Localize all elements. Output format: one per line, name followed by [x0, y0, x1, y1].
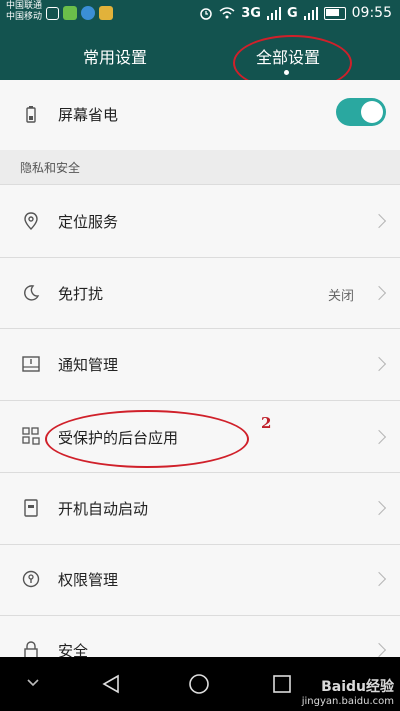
moon-icon: [24, 285, 40, 301]
section-title: 隐私和安全: [20, 161, 81, 175]
screen-power-saving-toggle[interactable]: [336, 98, 386, 126]
location-icon: [24, 212, 38, 230]
row-permission-management[interactable]: 权限管理: [0, 545, 400, 616]
network-2-label: G: [286, 5, 298, 21]
row-screen-power-saving[interactable]: 屏幕省电: [0, 80, 400, 151]
chevron-right-icon: [371, 642, 387, 658]
tab-common-settings[interactable]: 常用设置: [83, 44, 147, 68]
phone-power-icon: [24, 499, 38, 517]
hide-nav-icon[interactable]: [26, 678, 40, 688]
carrier-2-label: 中国移动: [6, 12, 43, 22]
home-button-icon[interactable]: [188, 673, 210, 695]
watermark: Baidu经验 jingyan.baidu.com: [302, 676, 394, 707]
carrier-1-label: 中国联通: [6, 1, 43, 11]
section-privacy-security: 隐私和安全: [0, 150, 400, 185]
chevron-right-icon: [371, 213, 387, 229]
row-label: 通知管理: [58, 356, 119, 374]
row-label: 受保护的后台应用: [58, 429, 179, 447]
key-lock-icon: [22, 570, 40, 588]
row-label: 免打扰: [58, 285, 104, 303]
row-label: 定位服务: [58, 213, 119, 231]
toggle-knob: [361, 101, 383, 123]
notification-icons: [46, 6, 113, 20]
status-right: 3G G 09:55: [199, 5, 392, 21]
row-label: 权限管理: [58, 571, 119, 589]
status-bar: 中国联通 中国移动 3G G 09:55: [0, 0, 400, 30]
chevron-right-icon: [371, 285, 387, 301]
watermark-brand: Baidu经验: [321, 679, 394, 695]
alarm-icon: [200, 8, 212, 20]
chevron-right-icon: [371, 500, 387, 516]
apps-grid-icon: [22, 427, 40, 445]
network-1-label: 3G: [241, 5, 261, 21]
battery-icon: [323, 6, 346, 20]
recent-apps-icon[interactable]: [272, 674, 292, 694]
signal-1-icon: [266, 6, 281, 20]
row-protected-background-apps[interactable]: 受保护的后台应用: [0, 401, 400, 473]
do-not-disturb-value: 关闭: [327, 289, 354, 304]
shield-notification-icon: [99, 6, 113, 20]
notification-icon: [22, 356, 40, 372]
chevron-right-icon: [371, 571, 387, 587]
navigation-bar: Baidu经验 jingyan.baidu.com: [0, 657, 400, 711]
chevron-right-icon: [371, 356, 387, 372]
active-tab-indicator: [284, 70, 289, 75]
back-button-icon[interactable]: [100, 673, 122, 695]
row-label: 屏幕省电: [58, 106, 119, 124]
clock: 09:55: [351, 5, 392, 21]
row-autostart[interactable]: 开机自动启动: [0, 473, 400, 545]
wifi-icon: [219, 7, 235, 19]
row-notification-management[interactable]: 通知管理: [0, 329, 400, 401]
signal-2-icon: [303, 6, 318, 20]
tab-all-settings[interactable]: 全部设置: [256, 44, 320, 68]
browser-notification-icon: [81, 6, 95, 20]
app-notification-icon: [63, 6, 77, 20]
annotation-number-2: 2: [261, 414, 272, 432]
row-location-service[interactable]: 定位服务: [0, 185, 400, 258]
row-label: 开机自动启动: [58, 500, 149, 518]
row-do-not-disturb[interactable]: 免打扰 关闭: [0, 258, 400, 329]
settings-tab-bar: 常用设置 全部设置: [0, 30, 400, 80]
image-notification-icon: [46, 6, 59, 20]
watermark-url: jingyan.baidu.com: [301, 696, 394, 707]
carrier-info: 中国联通 中国移动: [6, 1, 42, 23]
chevron-right-icon: [371, 429, 387, 445]
battery-setting-icon: [26, 106, 36, 123]
